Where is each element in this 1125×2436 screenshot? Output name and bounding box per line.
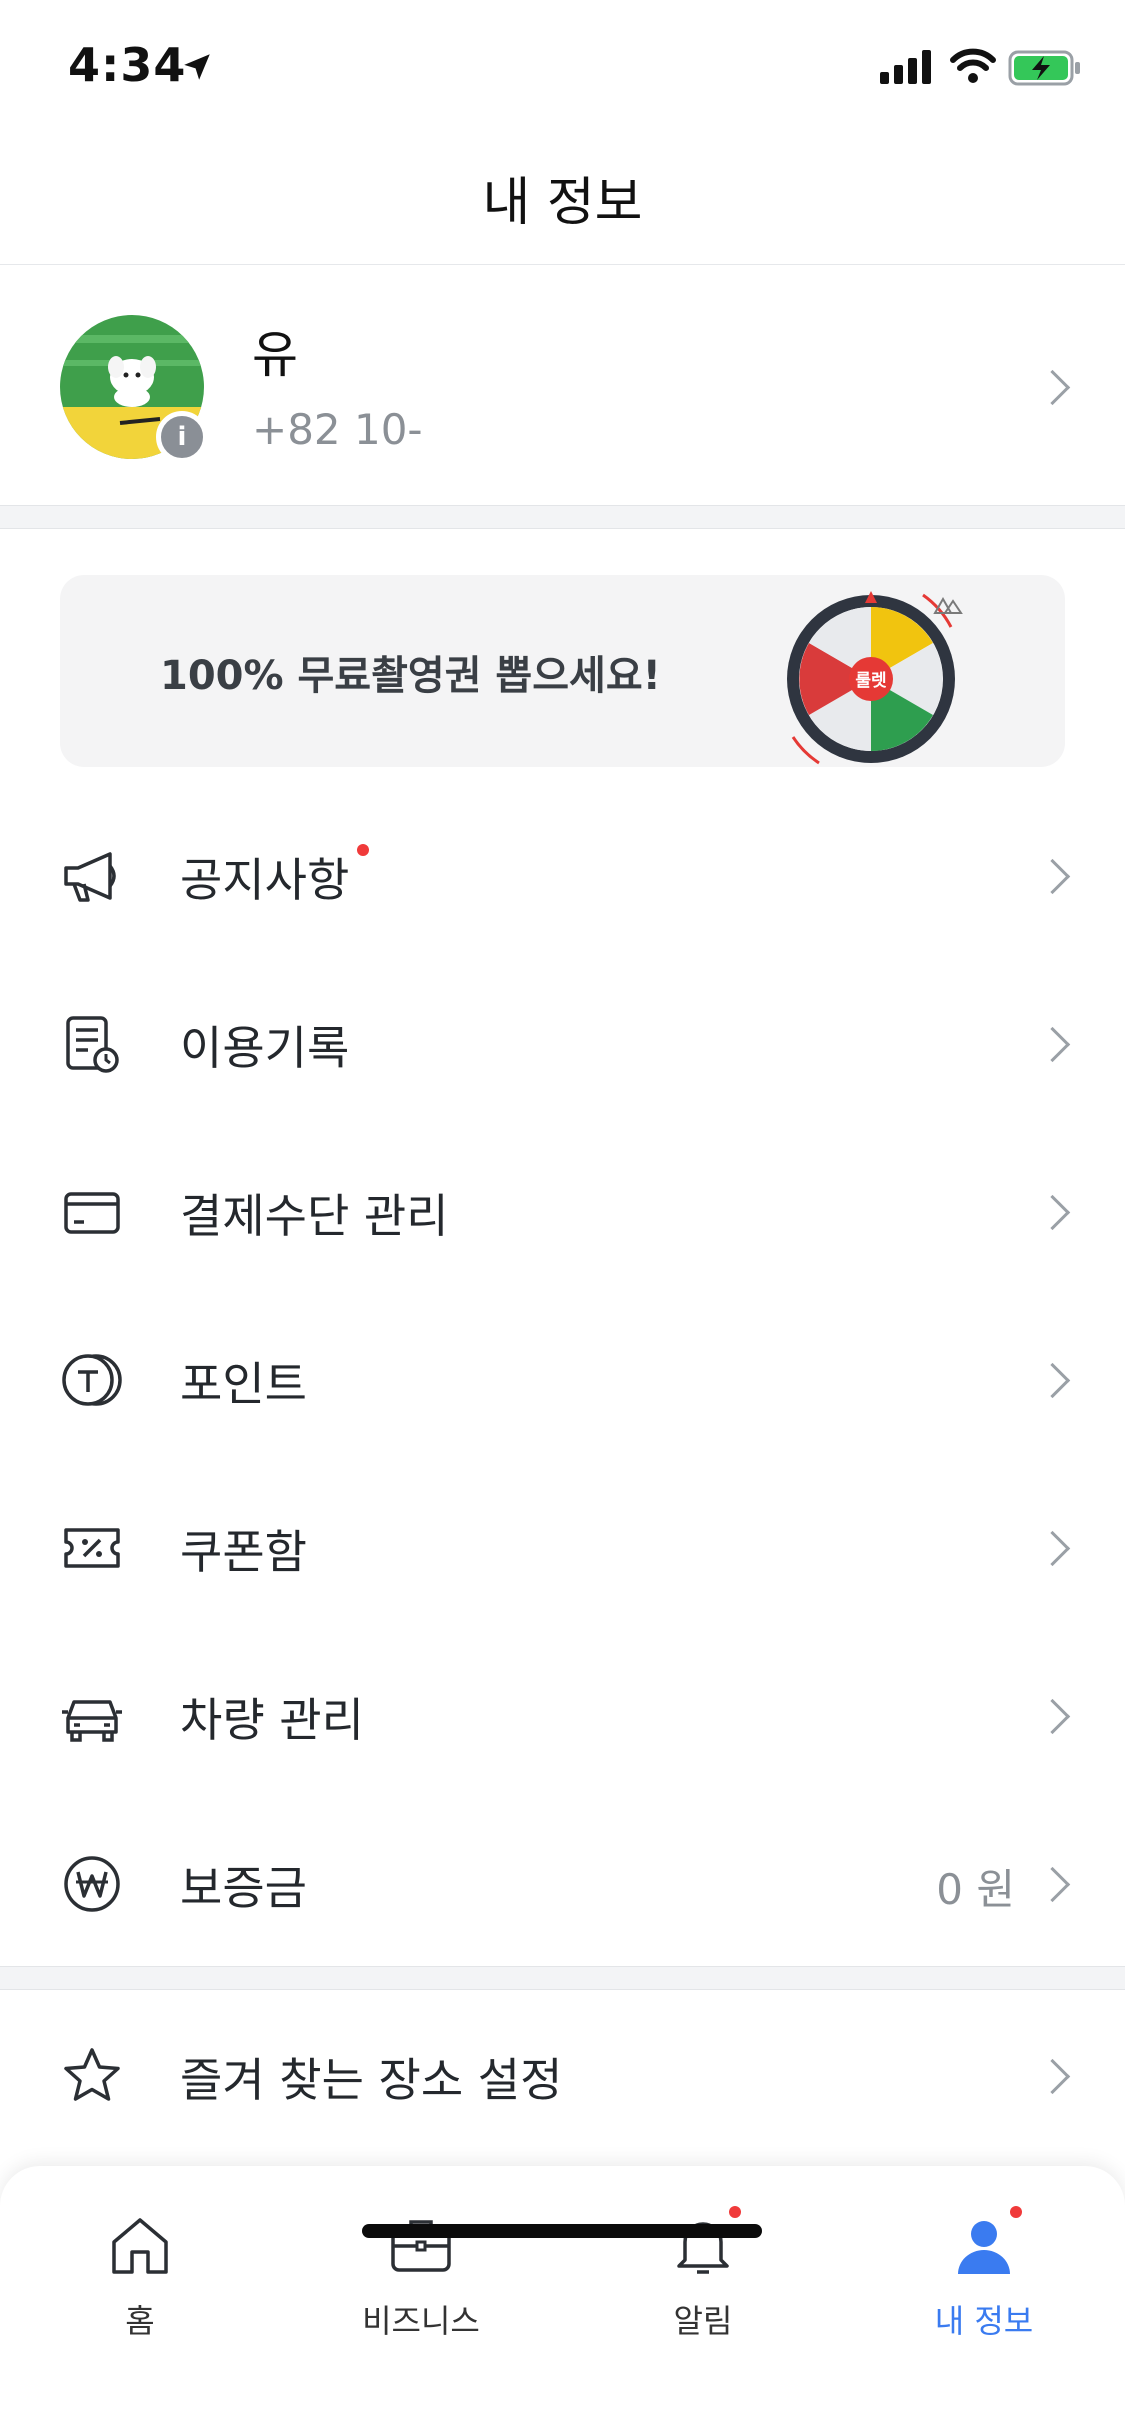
person-icon xyxy=(958,2221,1010,2274)
menu-item-points[interactable]: 포인트 xyxy=(0,1294,1125,1462)
profile-name: 유 xyxy=(252,326,298,384)
tab-my-info[interactable]: 내 정보 xyxy=(884,2190,1084,2350)
menu-label: 결제수단 관리 xyxy=(180,1189,449,1243)
wifi-icon xyxy=(950,48,996,83)
section-divider xyxy=(0,505,1125,529)
tab-notifications[interactable]: 알림 xyxy=(603,2190,803,2350)
menu-label: 포인트 xyxy=(180,1357,307,1411)
cellular-signal-icon xyxy=(880,50,931,84)
point-coin-icon xyxy=(62,1354,122,1406)
tab-label: 알림 xyxy=(673,2302,733,2340)
menu-label: 즐겨 찾는 장소 설정 xyxy=(180,2053,563,2107)
menu-item-history[interactable]: 이용기록 xyxy=(0,958,1125,1126)
menu-item-notice[interactable]: 공지사항 xyxy=(0,790,1125,958)
chevron-right-icon xyxy=(1034,1026,1071,1063)
chevron-right-icon xyxy=(1034,1194,1071,1231)
section-divider xyxy=(0,1966,1125,1990)
chevron-right-icon xyxy=(1034,369,1071,406)
battery-charging-icon xyxy=(1008,50,1080,86)
home-indicator xyxy=(362,2224,762,2238)
chevron-right-icon xyxy=(1034,1362,1071,1399)
chevron-right-icon xyxy=(1034,1866,1071,1903)
status-bar: 4:34 xyxy=(0,0,1125,130)
menu-label: 차량 관리 xyxy=(180,1693,364,1747)
status-time: 4:34 xyxy=(68,38,187,92)
page-title: 내 정보 xyxy=(482,173,643,233)
menu-label: 쿠폰함 xyxy=(180,1525,307,1579)
chevron-right-icon xyxy=(1034,2058,1071,2095)
coupon-icon xyxy=(64,1528,120,1568)
menu-item-favorite-places[interactable]: 즐겨 찾는 장소 설정 xyxy=(0,1990,1125,2158)
tab-home[interactable]: 홈 xyxy=(40,2190,240,2350)
tab-label: 홈 xyxy=(125,2302,155,2340)
home-icon xyxy=(112,2218,168,2274)
roulette-icon: 룰렛 xyxy=(787,591,963,765)
history-document-icon xyxy=(66,1016,119,1073)
notification-dot xyxy=(1010,2206,1022,2218)
won-coin-icon xyxy=(64,1856,120,1912)
menu-item-deposit[interactable]: 보증금 0 원 xyxy=(0,1798,1125,1966)
profile-card[interactable]: i 유 +82 10- xyxy=(0,265,1125,505)
menu-label: 공지사항 xyxy=(180,853,350,907)
credit-card-icon xyxy=(64,1192,120,1234)
chevron-right-icon xyxy=(1034,1698,1071,1735)
page-header: 내 정보 xyxy=(0,130,1125,265)
roulette-center-label: 룰렛 xyxy=(855,671,887,691)
profile-phone: +82 10- xyxy=(252,405,423,454)
menu-label: 보증금 xyxy=(180,1861,307,1915)
deposit-amount: 0 원 xyxy=(936,1865,1015,1914)
chevron-right-icon xyxy=(1034,858,1071,895)
profile-info-badge[interactable]: i xyxy=(156,411,208,463)
promo-banner[interactable]: 100% 무료촬영권 뽑으세요! 룰렛 xyxy=(60,575,1065,767)
promo-banner-text: 100% 무료촬영권 뽑으세요! xyxy=(160,653,661,699)
tab-label: 비즈니스 xyxy=(362,2302,480,2340)
location-arrow-icon xyxy=(184,54,210,80)
car-icon xyxy=(62,1700,122,1742)
bottom-tab-bar: 홈 비즈니스 알림 내 정보 xyxy=(0,2166,1125,2436)
megaphone-icon xyxy=(64,852,116,902)
star-icon xyxy=(64,2048,120,2101)
menu-item-coupons[interactable]: 쿠폰함 xyxy=(0,1462,1125,1630)
menu-item-vehicle[interactable]: 차량 관리 xyxy=(0,1630,1125,1798)
tab-business[interactable]: 비즈니스 xyxy=(321,2190,521,2350)
tab-label: 내 정보 xyxy=(934,2302,1034,2340)
notice-new-dot xyxy=(357,844,369,856)
menu-item-payment-methods[interactable]: 결제수단 관리 xyxy=(0,1126,1125,1294)
menu-label: 이용기록 xyxy=(180,1021,350,1075)
notification-dot xyxy=(729,2206,741,2218)
chevron-right-icon xyxy=(1034,1530,1071,1567)
